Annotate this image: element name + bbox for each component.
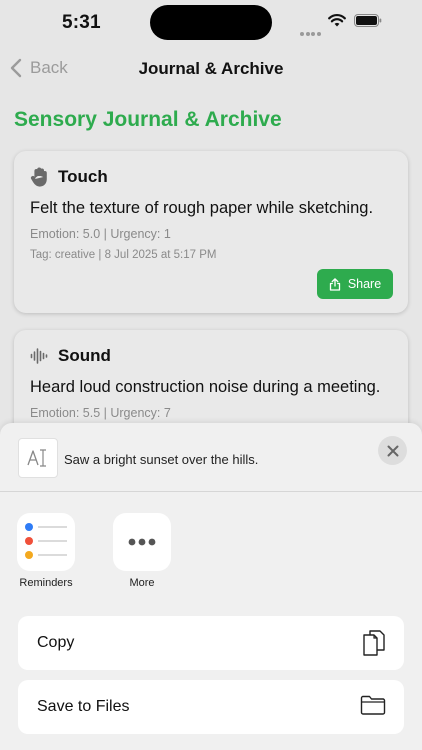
entry-tag-date: Tag: creative | 8 Jul 2025 at 5:17 PM — [30, 249, 217, 261]
share-app-label: More — [129, 577, 155, 589]
status-time: 5:31 — [62, 12, 101, 33]
folder-icon — [360, 695, 386, 715]
share-button[interactable]: Share — [317, 269, 393, 299]
entry-category: Sound — [58, 346, 111, 365]
journal-entry-card: Touch Felt the texture of rough paper wh… — [14, 151, 408, 313]
divider — [0, 491, 422, 492]
hand-icon — [30, 167, 47, 187]
share-label: Share — [347, 277, 382, 291]
cellular-signal-icon — [300, 23, 322, 36]
page-title: Sensory Journal & Archive — [14, 108, 282, 131]
entry-text: Felt the texture of rough paper while sk… — [30, 199, 374, 217]
dynamic-island — [150, 5, 272, 40]
share-icon — [329, 277, 340, 291]
entry-category: Touch — [58, 167, 108, 186]
entry-metrics: Emotion: 5.5 | Urgency: 7 — [30, 406, 171, 420]
entry-text: Heard loud construction noise during a m… — [30, 378, 381, 396]
share-app-more[interactable]: More — [113, 513, 171, 589]
text-document-icon — [18, 438, 58, 478]
close-icon — [387, 445, 398, 456]
share-app-reminders[interactable]: Reminders — [17, 513, 75, 589]
waveform-icon — [30, 348, 48, 364]
share-app-label: Reminders — [19, 577, 73, 589]
navigation-bar: Back Journal & Archive — [0, 46, 422, 90]
close-button[interactable] — [378, 436, 407, 465]
entry-metrics: Emotion: 5.0 | Urgency: 1 — [30, 227, 171, 241]
status-bar: 5:31 — [0, 0, 422, 46]
action-label: Copy — [37, 634, 75, 651]
share-sheet: Saw a bright sunset over the hills. Remi… — [0, 423, 422, 750]
copy-action[interactable]: Copy — [18, 616, 404, 670]
save-to-files-action[interactable]: Save to Files — [18, 680, 404, 734]
reminders-icon — [25, 523, 67, 559]
more-icon — [128, 538, 156, 546]
action-label: Save to Files — [37, 698, 130, 715]
wifi-icon — [328, 14, 346, 27]
battery-icon — [354, 14, 382, 27]
nav-title: Journal & Archive — [138, 59, 284, 78]
copy-icon — [363, 630, 385, 656]
share-preview-text: Saw a bright sunset over the hills. — [64, 452, 259, 467]
